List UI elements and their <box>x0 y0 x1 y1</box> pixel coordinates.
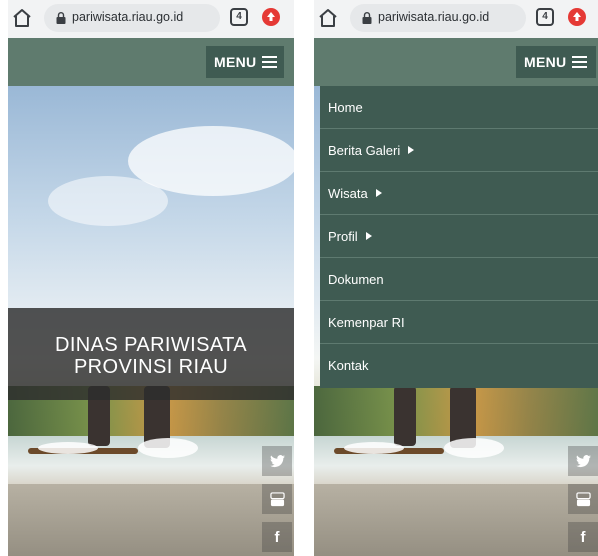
address-bar[interactable]: pariwisata.riau.go.id <box>44 4 220 32</box>
caret-right-icon <box>408 146 415 154</box>
facebook-icon[interactable]: f <box>568 522 598 552</box>
nav-item-label: Kontak <box>328 358 369 373</box>
address-bar[interactable]: pariwisata.riau.go.id <box>350 4 526 32</box>
extension-icon[interactable] <box>566 6 588 28</box>
nav-item-kontak[interactable]: Kontak <box>320 344 598 387</box>
menu-label: MENU <box>214 54 257 70</box>
url-text: pariwisata.riau.go.id <box>378 10 490 24</box>
nav-item-dokumen[interactable]: Dokumen <box>320 258 598 301</box>
banner-title-line2: PROVINSI RIAU <box>73 356 229 378</box>
phone-screen-home: pariwisata.riau.go.id 4 MENU DINAS PARIW… <box>8 0 294 556</box>
banner-title: DINAS PARIWISATA PROVINSI RIAU <box>8 334 294 378</box>
menu-button[interactable]: MENU <box>206 46 284 78</box>
tab-count-button[interactable]: 4 <box>536 8 554 26</box>
facebook-icon[interactable]: f <box>262 522 292 552</box>
nav-item-label: Wisata <box>328 185 368 201</box>
nav-item-label: Profil <box>328 228 358 244</box>
nav-item-kemenpar-ri[interactable]: Kemenpar RI <box>320 301 598 344</box>
nav-item-berita-galeri[interactable]: Berita Galeri <box>320 129 598 172</box>
nav-item-label: Dokumen <box>328 271 384 287</box>
lock-icon <box>362 12 372 24</box>
facebook-glyph: f <box>580 528 586 546</box>
nav-item-label: Home <box>328 99 363 115</box>
menu-label: MENU <box>524 54 567 70</box>
facebook-glyph: f <box>274 528 280 546</box>
phone-screen-menu-open: pariwisata.riau.go.id 4 MENU Home Berita… <box>314 0 598 556</box>
home-icon[interactable] <box>10 6 34 30</box>
browser-toolbar: pariwisata.riau.go.id 4 <box>8 0 294 38</box>
twitter-icon[interactable] <box>262 446 292 476</box>
caret-right-icon <box>375 189 382 197</box>
extension-icon[interactable] <box>260 6 282 28</box>
hamburger-icon <box>572 56 588 68</box>
nav-menu: Home Berita Galeri Wisata Profil Dokumen… <box>320 86 598 388</box>
nav-item-wisata[interactable]: Wisata <box>320 172 598 215</box>
tab-count-button[interactable]: 4 <box>230 8 248 26</box>
banner: DINAS PARIWISATA PROVINSI RIAU <box>8 308 294 400</box>
nav-item-label: Berita Galeri <box>328 142 401 158</box>
site-header: MENU <box>8 38 294 86</box>
caret-right-icon <box>365 232 372 240</box>
banner-title-line1: DINAS PARIWISATA <box>55 334 247 356</box>
twitter-icon[interactable] <box>568 446 598 476</box>
site-header: MENU <box>314 38 598 86</box>
lock-icon <box>56 12 66 24</box>
nav-item-label: Kemenpar RI <box>328 314 405 330</box>
home-icon[interactable] <box>316 6 340 30</box>
youtube-icon[interactable] <box>568 484 598 514</box>
nav-item-profil[interactable]: Profil <box>320 215 598 258</box>
browser-toolbar: pariwisata.riau.go.id 4 <box>314 0 598 38</box>
nav-item-home[interactable]: Home <box>320 86 598 129</box>
url-text: pariwisata.riau.go.id <box>72 10 184 24</box>
youtube-icon[interactable] <box>262 484 292 514</box>
hamburger-icon <box>262 56 278 68</box>
menu-button[interactable]: MENU <box>516 46 596 78</box>
